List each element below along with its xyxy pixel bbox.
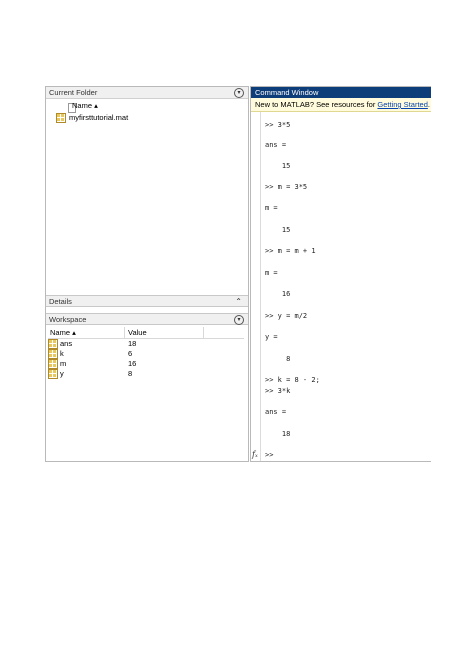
column-divider[interactable] (124, 327, 125, 338)
console-line: 8 (265, 355, 291, 363)
file-name: myfirsttutorial.mat (69, 113, 129, 122)
workspace-header[interactable]: Workspace ▾ (46, 313, 248, 325)
left-panels: Current Folder ▾ Name ▴ myfirsttutorial.… (45, 86, 249, 462)
current-folder-actions-icon[interactable]: ▾ (234, 88, 244, 98)
fx-icon[interactable]: fx (252, 450, 258, 459)
command-window-panel: Command Window New to MATLAB? See resour… (250, 86, 431, 462)
details-title: Details (49, 297, 72, 306)
command-window-header[interactable]: Command Window (251, 87, 431, 98)
table-row[interactable]: y 8 (48, 369, 244, 379)
console-line: y = (265, 333, 278, 341)
command-window-output[interactable]: >> 3*5 ans = 15 >> m = 3*5 m = 15 >> m =… (251, 112, 431, 461)
column-divider[interactable] (203, 327, 204, 338)
value-column-header[interactable]: Value (128, 327, 147, 338)
variable-icon (48, 369, 58, 379)
table-row[interactable]: ans 18 (48, 339, 244, 349)
details-header[interactable]: Details ⌃ (46, 295, 248, 307)
console-line: m = (265, 269, 278, 277)
variable-name: k (60, 349, 64, 358)
current-folder-title: Current Folder (49, 88, 98, 97)
variable-value: 18 (128, 339, 137, 348)
console-line: ans = (265, 408, 287, 416)
console-line: >> m = m + 1 (265, 247, 316, 255)
console-line: >> k = 8 - 2; (265, 376, 320, 384)
variable-icon (48, 339, 58, 349)
console-line: 15 (265, 162, 291, 170)
variable-value: 6 (128, 349, 133, 358)
workspace-table-header: Name ▴ Value (48, 327, 244, 339)
current-folder-browser[interactable]: Name ▴ myfirsttutorial.mat (46, 99, 248, 295)
current-folder-header[interactable]: Current Folder ▾ (46, 87, 248, 99)
variable-value: 8 (128, 369, 133, 378)
console-line: >> 3*k (265, 387, 291, 395)
workspace-actions-icon[interactable]: ▾ (234, 315, 244, 325)
mat-file-icon (56, 113, 66, 124)
table-row[interactable]: m 16 (48, 359, 244, 369)
variable-icon (48, 359, 58, 369)
console-line: 16 (265, 290, 291, 298)
workspace-table[interactable]: Name ▴ Value ans 18 k 6 m 16 y 8 (48, 327, 244, 379)
console-line: >> y = m/2 (265, 312, 308, 320)
console-line: >> 3*5 (265, 121, 291, 129)
console-line: >> m = 3*5 (265, 183, 308, 191)
variable-name: ans (60, 339, 73, 348)
banner-end: . (427, 100, 430, 109)
console-line: ans = (265, 141, 287, 149)
console-line: 18 (265, 430, 291, 438)
command-prompt[interactable]: >> (265, 451, 273, 459)
console-line: m = (265, 204, 278, 212)
getting-started-link[interactable]: Getting Started (377, 100, 427, 109)
banner-text: New to MATLAB? See resources for (255, 100, 378, 109)
console-line: 15 (265, 226, 291, 234)
name-column-label: Name ▴ (72, 101, 98, 110)
variable-value: 16 (128, 359, 137, 368)
getting-started-banner: New to MATLAB? See resources for Getting… (251, 98, 431, 112)
variable-name: y (60, 369, 64, 378)
command-window-title: Command Window (255, 88, 319, 97)
table-row[interactable]: k 6 (48, 349, 244, 359)
variable-icon (48, 349, 58, 359)
command-window-margin (251, 112, 261, 461)
file-item[interactable]: myfirsttutorial.mat (56, 113, 129, 124)
chevron-up-icon[interactable]: ⌃ (235, 297, 242, 306)
variable-name: m (60, 359, 67, 368)
workspace-title: Workspace (49, 315, 87, 324)
name-column-header[interactable]: Name ▴ (50, 327, 76, 338)
